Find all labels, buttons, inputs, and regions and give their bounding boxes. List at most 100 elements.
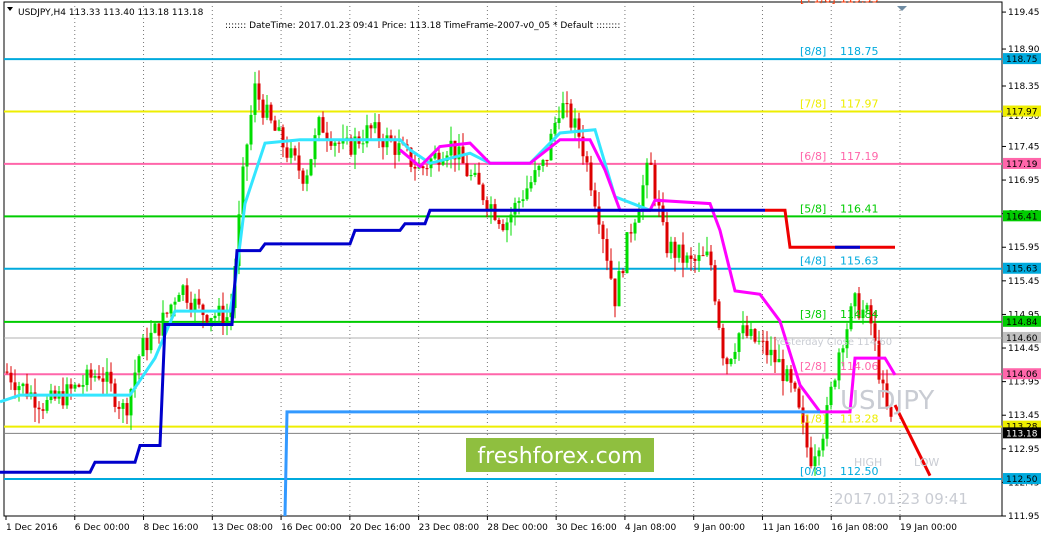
- murrey-level-label: [4/8]: [800, 255, 826, 268]
- candle-body: [157, 323, 161, 336]
- candle-body: [361, 143, 365, 145]
- candle-body: [625, 232, 629, 274]
- x-tick-label: 20 Dec 16:00: [350, 523, 411, 533]
- y-tick-label: 116.95: [1008, 176, 1040, 186]
- price-tag-text: 118.75: [1006, 55, 1038, 65]
- x-tick-label: 8 Dec 16:00: [144, 523, 199, 533]
- candle-body: [649, 162, 653, 165]
- candle-body: [209, 318, 213, 323]
- price-chart[interactable]: [+1/8] 119.53 [8/8] 118.75 [7/8] 117.97 [6/8] 1…: [0, 0, 1043, 539]
- candle-body: [533, 170, 537, 183]
- candle-body: [737, 333, 741, 352]
- watermark-symbol: USDJPY: [840, 386, 934, 416]
- candle-body: [509, 214, 513, 223]
- candle-body: [69, 384, 73, 389]
- y-tick-label: 114.45: [1008, 344, 1040, 354]
- info-line: ::::::: DateTime: 2017.01.23 09:41 Price…: [225, 21, 620, 31]
- candle-body: [785, 369, 789, 382]
- candle-body: [677, 244, 681, 258]
- candle-body: [369, 125, 373, 129]
- candle-body: [141, 338, 145, 357]
- candle-body: [757, 340, 761, 342]
- high-label: HIGH: [854, 456, 882, 469]
- candle-body: [781, 358, 785, 382]
- murrey-level-value: 114.84: [840, 308, 879, 321]
- murrey-level-label: [6/8]: [800, 150, 826, 163]
- candle-body: [253, 83, 257, 115]
- candle-body: [689, 255, 693, 259]
- price-tag-text: 116.41: [1006, 212, 1038, 222]
- candle-body: [197, 298, 201, 305]
- candle-body: [725, 358, 729, 365]
- price-tag-text: 114.06: [1006, 370, 1038, 380]
- candle-body: [221, 305, 225, 326]
- candle-body: [249, 114, 253, 145]
- candle-body: [673, 241, 677, 258]
- candle-body: [761, 340, 765, 342]
- candle-body: [765, 340, 769, 356]
- candle-body: [121, 403, 125, 409]
- candle-body: [205, 315, 209, 323]
- candle-body: [697, 255, 701, 261]
- murrey-level-label: [0/8]: [800, 465, 826, 478]
- candle-body: [817, 450, 821, 457]
- candle-body: [529, 182, 533, 189]
- candle-body: [21, 383, 25, 387]
- candle-body: [5, 371, 9, 373]
- yesterday-close-tag-text: 114.60: [1006, 334, 1038, 344]
- candle-body: [713, 265, 717, 302]
- candle-body: [789, 369, 793, 383]
- yesterday-close-label: Yesterday Close 114.60: [774, 337, 892, 348]
- candle-body: [773, 349, 777, 363]
- candle-body: [733, 351, 737, 359]
- candle-body: [41, 409, 45, 411]
- candle-body: [145, 338, 149, 351]
- candle-body: [681, 244, 685, 263]
- candle-body: [537, 165, 541, 171]
- candle-body: [553, 123, 557, 134]
- candle-body: [565, 103, 569, 105]
- candle-body: [613, 278, 617, 307]
- price-tag-text: 112.50: [1006, 475, 1038, 485]
- candle-body: [93, 376, 97, 378]
- candle-body: [777, 358, 781, 363]
- murrey-level-value: 118.75: [840, 45, 879, 58]
- y-tick-label: 115.45: [1008, 277, 1040, 287]
- murrey-level-label: [+1/8]: [800, 0, 836, 6]
- candle-body: [485, 200, 489, 210]
- candle-body: [749, 328, 753, 336]
- watermark-datetime: 2017.01.23 09:41: [834, 490, 968, 508]
- candle-body: [181, 285, 185, 295]
- y-tick-label: 119.45: [1008, 8, 1040, 18]
- candle-body: [557, 118, 561, 124]
- candle-body: [605, 239, 609, 261]
- y-tick-label: 117.45: [1008, 142, 1040, 152]
- candle-body: [77, 384, 81, 387]
- candle-body: [853, 293, 857, 307]
- price-tag-text: 115.63: [1006, 265, 1038, 275]
- x-tick-label: 4 Jan 08:00: [625, 523, 677, 533]
- price-tag-text: 117.97: [1006, 108, 1038, 118]
- candle-body: [685, 255, 689, 263]
- candle-body: [373, 122, 377, 129]
- candle-body: [397, 143, 401, 155]
- x-tick-label: 9 Jan 00:00: [694, 523, 746, 533]
- candle-body: [653, 164, 657, 199]
- candle-body: [477, 172, 481, 185]
- candle-body: [569, 103, 573, 128]
- candle-body: [693, 258, 697, 261]
- candle-body: [289, 148, 293, 158]
- candle-body: [165, 312, 169, 314]
- candle-body: [385, 135, 389, 148]
- candle-body: [277, 127, 281, 131]
- current-price-tag-text: 113.18: [1006, 429, 1038, 439]
- candle-body: [137, 356, 141, 373]
- x-tick-label: 13 Dec 08:00: [212, 523, 273, 533]
- candle-body: [601, 224, 605, 240]
- candle-body: [273, 120, 277, 131]
- candle-body: [513, 202, 517, 215]
- candle-body: [193, 298, 197, 311]
- candle-body: [285, 147, 289, 158]
- candle-body: [185, 285, 189, 303]
- candle-body: [465, 163, 469, 177]
